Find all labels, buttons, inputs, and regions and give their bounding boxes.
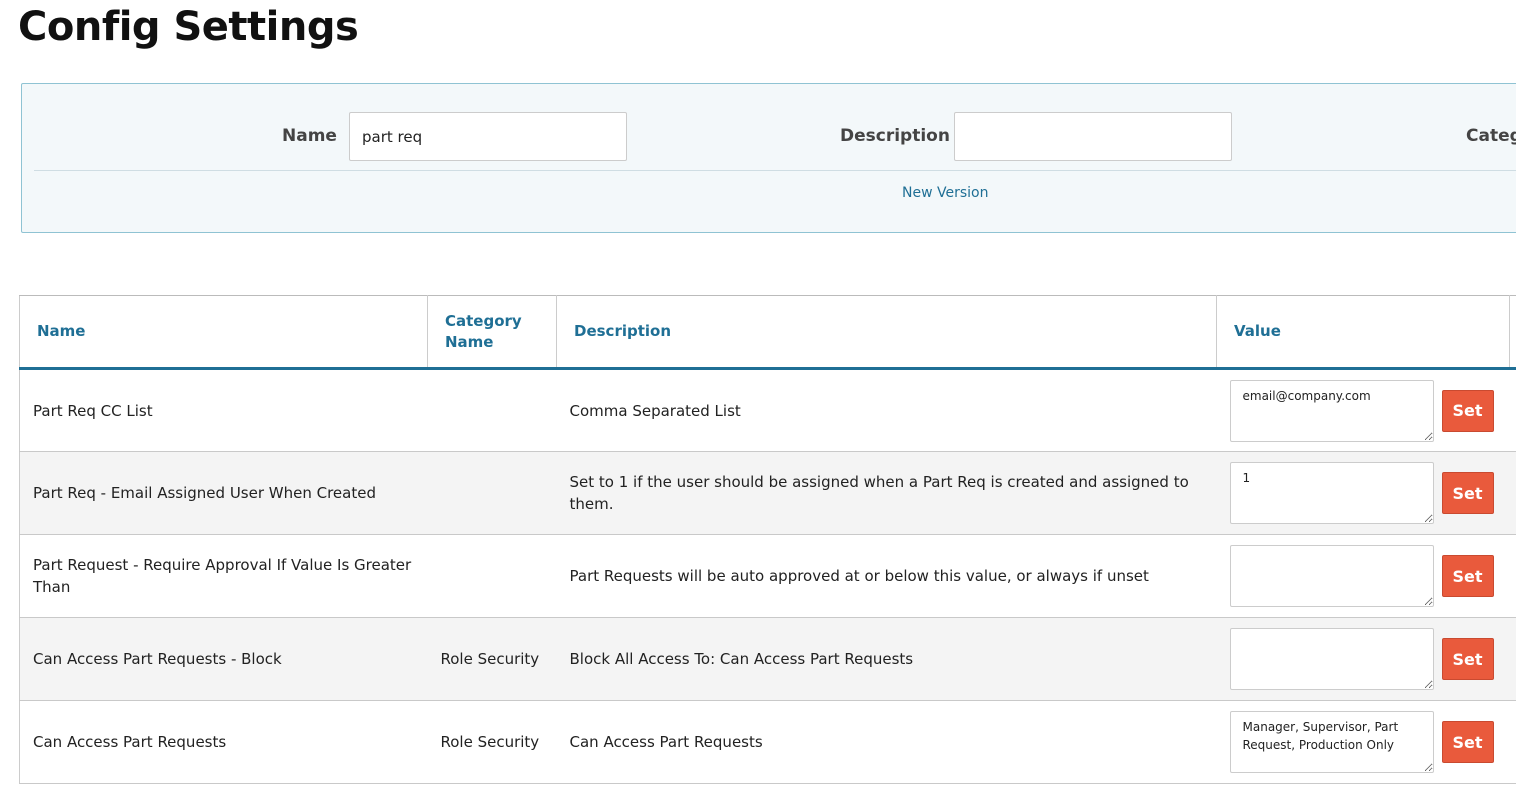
row-value-cell: Set xyxy=(1216,617,1516,701)
description-filter-input[interactable] xyxy=(954,112,1232,161)
value-textarea[interactable]: 1 xyxy=(1229,462,1434,524)
category-filter-label: Categ xyxy=(1466,126,1516,146)
column-header-value[interactable]: Value xyxy=(1216,295,1510,370)
value-textarea[interactable] xyxy=(1229,628,1434,690)
table-row: Can Access Part Requests Role Security C… xyxy=(19,700,1516,784)
column-header-name[interactable]: Name xyxy=(19,295,428,370)
column-header-extra xyxy=(1509,295,1516,370)
row-category: Role Security xyxy=(427,617,557,701)
set-button[interactable]: Set xyxy=(1441,638,1494,680)
row-name: Can Access Part Requests - Block xyxy=(19,617,428,701)
set-button[interactable]: Set xyxy=(1441,472,1494,514)
row-category: Role Security xyxy=(427,700,557,784)
config-settings-page: Config Settings Name Description Categ N… xyxy=(0,0,1516,789)
row-name: Part Req - Email Assigned User When Crea… xyxy=(19,451,428,535)
description-filter-label: Description xyxy=(840,126,950,146)
row-description: Comma Separated List xyxy=(556,368,1217,452)
filter-panel: Name Description Categ New Version xyxy=(21,83,1516,233)
column-header-category-name[interactable]: Category Name xyxy=(427,295,557,370)
set-button[interactable]: Set xyxy=(1441,721,1494,763)
row-description: Set to 1 if the user should be assigned … xyxy=(556,451,1217,535)
row-description: Can Access Part Requests xyxy=(556,700,1217,784)
row-name: Can Access Part Requests xyxy=(19,700,428,784)
table-row: Can Access Part Requests - Block Role Se… xyxy=(19,617,1516,701)
row-value-cell: 1Set xyxy=(1216,451,1516,535)
name-filter-label: Name xyxy=(282,126,337,146)
row-category xyxy=(427,534,557,618)
row-value-cell: Set xyxy=(1216,534,1516,618)
filter-divider xyxy=(34,170,1516,171)
settings-table-wrap: Name Category Name Description Value Par… xyxy=(19,295,1516,784)
new-version-link[interactable]: New Version xyxy=(902,185,988,201)
page-title: Config Settings xyxy=(18,4,359,50)
row-value-cell: email@company.com Set xyxy=(1216,368,1516,452)
row-description: Block All Access To: Can Access Part Req… xyxy=(556,617,1217,701)
value-textarea[interactable]: Manager, Supervisor, Part Request, Produ… xyxy=(1229,711,1434,773)
table-row: Part Request - Require Approval If Value… xyxy=(19,534,1516,618)
name-filter-input[interactable] xyxy=(349,112,627,161)
row-name: Part Request - Require Approval If Value… xyxy=(19,534,428,618)
set-button[interactable]: Set xyxy=(1441,555,1494,597)
row-value-cell: Manager, Supervisor, Part Request, Produ… xyxy=(1216,700,1516,784)
table-row: Part Req CC List Comma Separated List em… xyxy=(19,368,1516,452)
table-header-row: Name Category Name Description Value xyxy=(19,295,1516,370)
value-textarea[interactable] xyxy=(1229,545,1434,607)
set-button[interactable]: Set xyxy=(1441,389,1494,432)
row-category xyxy=(427,368,557,452)
row-name: Part Req CC List xyxy=(19,368,428,452)
row-description: Part Requests will be auto approved at o… xyxy=(556,534,1217,618)
value-textarea[interactable]: email@company.com xyxy=(1229,379,1434,442)
settings-table: Name Category Name Description Value Par… xyxy=(19,295,1516,784)
column-header-description[interactable]: Description xyxy=(556,295,1217,370)
row-category xyxy=(427,451,557,535)
table-row: Part Req - Email Assigned User When Crea… xyxy=(19,451,1516,535)
